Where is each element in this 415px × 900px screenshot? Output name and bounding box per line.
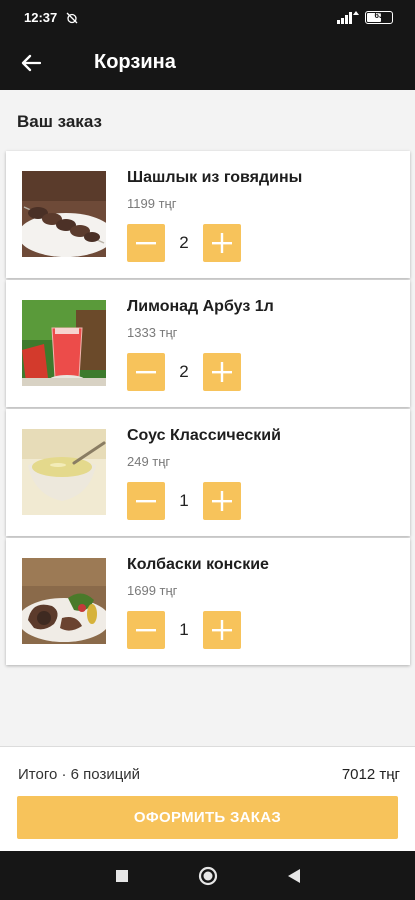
item-name: Колбаски конские [127,556,269,573]
nav-home-button[interactable] [197,865,219,887]
quantity-value: 1 [179,620,189,639]
nav-home-icon [198,866,218,886]
beef-shashlik-image [22,171,106,257]
total-sum: 7012 тңг [341,766,400,783]
system-nav-bar [0,851,415,900]
cart-item: Шашлык из говядины 1199 тңг 2 [6,151,410,278]
cart-item: Колбаски конские 1699 тңг 1 [6,538,410,665]
order-summary: Итого · 6 позиций 7012 тңг ОФОРМИТЬ ЗАКА… [0,746,415,851]
quantity-value: 2 [179,362,189,381]
page-title: Корзина [94,51,176,73]
decrease-quantity-button[interactable] [127,353,165,391]
alarm-off-icon [66,12,78,24]
increase-quantity-button[interactable] [203,224,241,262]
increase-quantity-button[interactable] [203,611,241,649]
minus-icon [136,629,156,632]
plus-icon [212,491,232,511]
item-price: 1199 тңг [127,196,177,211]
minus-icon [136,371,156,374]
item-price: 1333 тңг [127,325,178,340]
checkout-button[interactable]: ОФОРМИТЬ ЗАКАЗ [17,796,398,839]
battery-icon: 63 [365,11,393,24]
decrease-quantity-button[interactable] [127,611,165,649]
plus-icon [212,362,232,382]
signal-icon [337,11,359,24]
quantity-stepper: 1 [127,482,241,520]
nav-recents-icon [116,870,128,882]
battery-text: 63 [374,11,384,20]
cart-item: Соус Классический 249 тңг 1 [6,409,410,536]
nav-back-icon [288,869,300,883]
section-title: Ваш заказ [17,112,102,131]
minus-icon [136,242,156,245]
cart-content[interactable]: Ваш заказ Шашлык из говядины 1199 тңг 2 … [0,90,415,746]
item-name: Лимонад Арбуз 1л [127,298,274,315]
nav-recents-button[interactable] [111,865,133,887]
status-indicators: 63 [337,11,393,24]
item-price: 1699 тңг [127,583,178,598]
quantity-stepper: 2 [127,353,241,391]
quantity-stepper: 2 [127,224,241,262]
back-arrow-icon [21,54,41,72]
item-name: Соус Классический [127,427,281,444]
plus-icon [212,620,232,640]
horse-sausages-image [22,558,106,644]
decrease-quantity-button[interactable] [127,224,165,262]
increase-quantity-button[interactable] [203,482,241,520]
decrease-quantity-button[interactable] [127,482,165,520]
quantity-value: 1 [179,491,189,510]
nav-back-button[interactable] [283,865,305,887]
watermelon-lemonade-image [22,300,106,386]
classic-sauce-image [22,429,106,515]
quantity-stepper: 1 [127,611,241,649]
item-name: Шашлык из говядины [127,169,303,186]
total-label: Итого · 6 позиций [18,766,141,783]
increase-quantity-button[interactable] [203,353,241,391]
item-price: 249 тңг [127,454,171,469]
plus-icon [212,233,232,253]
status-time: 12:37 [24,10,58,25]
quantity-value: 2 [179,233,189,252]
cart-item: Лимонад Арбуз 1л 1333 тңг 2 [6,280,410,407]
minus-icon [136,500,156,503]
status-bar: 12:37 63 [0,0,415,36]
order-list: Шашлык из говядины 1199 тңг 2 Лимонад Ар… [6,151,410,667]
app-bar: Корзина [0,36,415,90]
back-button[interactable] [12,44,50,82]
